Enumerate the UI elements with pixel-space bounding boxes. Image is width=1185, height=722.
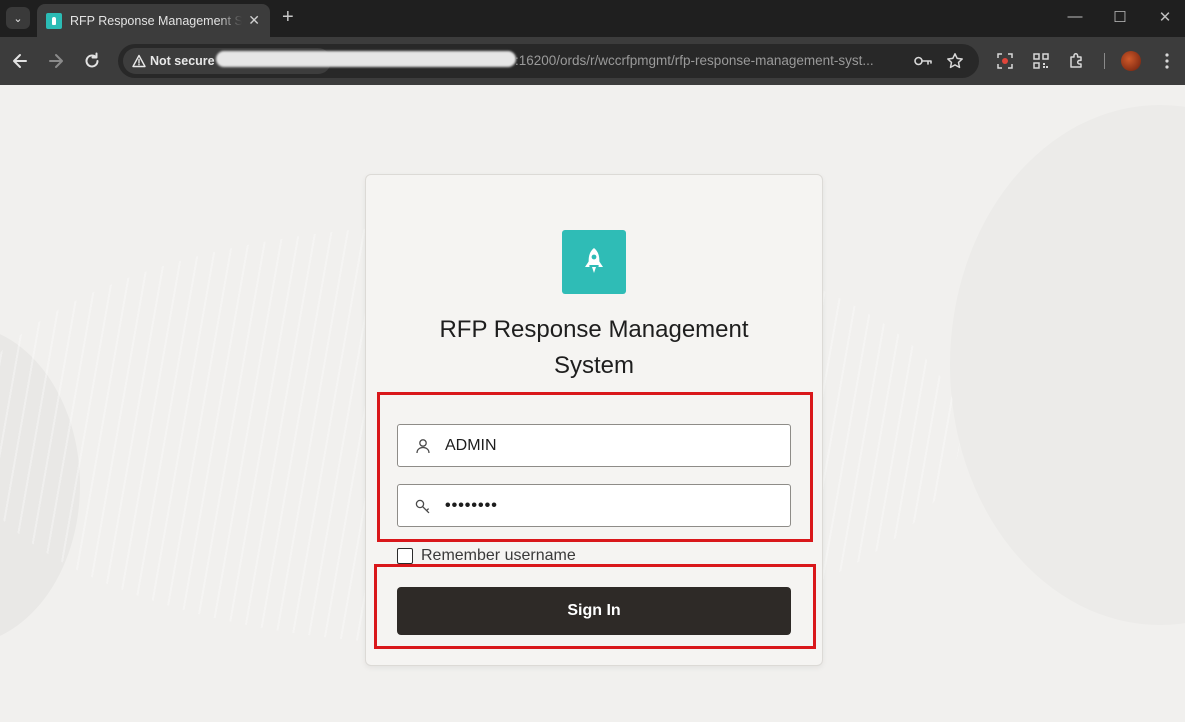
remember-label: Remember username <box>421 547 576 564</box>
extensions-icon[interactable] <box>1067 51 1087 71</box>
key-icon[interactable] <box>913 52 933 75</box>
sign-in-highlight-box <box>374 564 816 649</box>
menu-icon[interactable] <box>1157 51 1177 71</box>
url-text: :16200/ords/r/wccrfpmgmt/rfp-response-ma… <box>515 53 874 68</box>
app-title: RFP Response Management System <box>439 316 749 379</box>
toolbar-divider <box>1104 53 1105 69</box>
tab-close-icon[interactable]: ✕ <box>248 12 260 28</box>
qr-code-icon[interactable] <box>1031 51 1051 71</box>
window-close-icon[interactable]: ✕ <box>1153 8 1177 26</box>
maximize-icon[interactable]: ☐ <box>1108 8 1132 26</box>
background-shape <box>950 105 1185 625</box>
rocket-icon <box>562 230 626 294</box>
security-label: Not secure <box>150 54 215 68</box>
profile-avatar[interactable] <box>1121 51 1141 71</box>
new-tab-icon[interactable]: + <box>282 7 294 27</box>
back-icon[interactable] <box>9 50 31 72</box>
reload-icon[interactable] <box>81 50 103 72</box>
browser-toolbar: Not secure :16200/ords/r/wccrfpmgmt/rfp-… <box>0 37 1185 85</box>
tab-favicon-icon <box>46 12 62 29</box>
star-icon[interactable] <box>946 52 964 75</box>
browser-tab[interactable]: RFP Response Management System ✕ <box>37 4 270 37</box>
remember-username[interactable]: Remember username <box>397 547 576 565</box>
browser-tab-bar: ⌄ RFP Response Management System ✕ + — ☐… <box>0 0 1185 37</box>
minimize-icon[interactable]: — <box>1063 8 1087 25</box>
warning-icon <box>132 54 146 68</box>
tab-search-icon[interactable]: ⌄ <box>6 7 30 29</box>
forward-icon[interactable] <box>45 50 67 72</box>
redacted-url-host <box>216 51 516 67</box>
address-bar[interactable]: Not secure :16200/ords/r/wccrfpmgmt/rfp-… <box>118 44 979 78</box>
tab-title: RFP Response Management System <box>70 13 242 28</box>
login-page: RFP Response Management System Remember … <box>0 85 1185 722</box>
credentials-highlight-box <box>377 392 813 542</box>
remember-checkbox[interactable] <box>397 548 413 564</box>
screen-record-icon[interactable] <box>995 51 1015 71</box>
